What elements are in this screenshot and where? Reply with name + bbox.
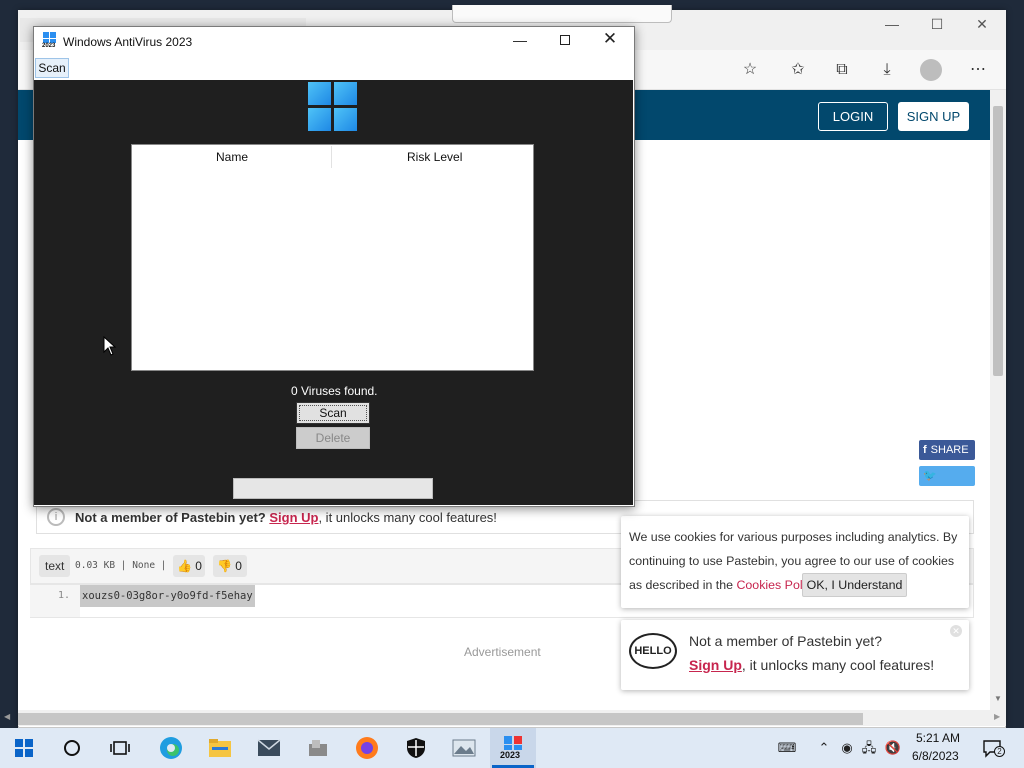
task-view-icon[interactable] [105, 733, 135, 763]
code-gutter [30, 585, 80, 617]
favorites-icon[interactable]: ✩ [786, 59, 810, 81]
login-button[interactable]: LOGIN [818, 102, 888, 131]
like-button[interactable]: 👍 0 [173, 555, 205, 577]
signup-button[interactable]: SIGN UP [898, 102, 969, 131]
clock-time[interactable]: 5:21 AM [916, 731, 960, 745]
thumbs-down-icon: 👎 [217, 559, 232, 573]
start-button[interactable] [9, 733, 39, 763]
member-popup-line2: Sign Up, it unlocks many cool features! [689, 657, 934, 673]
app-installer-icon[interactable] [303, 733, 333, 763]
column-separator[interactable] [331, 146, 332, 168]
cookie-accept-button[interactable]: OK, I Understand [802, 573, 907, 597]
column-header-risk-level[interactable]: Risk Level [407, 150, 462, 164]
scan-status: 0 Viruses found. [291, 384, 378, 398]
facebook-icon: f [923, 444, 927, 456]
vertical-scroll-thumb[interactable] [993, 106, 1003, 376]
twitter-share-button[interactable]: 🐦TWEET [919, 466, 975, 502]
browser-close-button[interactable]: ✕ [970, 14, 994, 34]
member-notice-text: Not a member of Pastebin yet? Sign Up, i… [75, 510, 497, 525]
horizontal-scroll-thumb[interactable] [18, 713, 863, 725]
collections-icon[interactable]: ⧉ [830, 59, 854, 81]
scan-button[interactable]: Scan [296, 402, 370, 424]
close-icon[interactable]: ✕ [950, 625, 962, 637]
virus-list[interactable] [131, 144, 534, 371]
antivirus-minimize-button[interactable]: — [508, 32, 532, 50]
mail-icon[interactable] [254, 733, 284, 763]
delete-button[interactable]: Delete [296, 427, 370, 449]
notification-center-icon[interactable]: 2 [983, 740, 1005, 758]
edge-browser-icon[interactable] [156, 733, 186, 763]
mouse-cursor-icon [103, 335, 117, 356]
notice-suffix: , it unlocks many cool features! [318, 510, 497, 525]
image-viewer-icon[interactable] [449, 733, 479, 763]
menu-scan[interactable]: Scan [35, 58, 69, 78]
firefox-icon[interactable] [352, 733, 382, 763]
profile-icon[interactable] [920, 59, 942, 81]
clock-date[interactable]: 6/8/2023 [912, 749, 959, 763]
share-label: SHARE [930, 444, 969, 456]
notice-signup-link[interactable]: Sign Up [269, 510, 318, 525]
member-popup-line1: Not a member of Pastebin yet? [689, 633, 882, 649]
code-line[interactable]: xouzs0-03g8or-y0o9fd-f5ehay [80, 585, 255, 607]
thumbs-up-icon: 👍 [177, 559, 192, 573]
dislike-count: 0 [235, 559, 242, 573]
cookie-text: We use cookies for various purposes incl… [629, 525, 964, 597]
scroll-down-arrow-icon[interactable]: ▼ [992, 694, 1004, 706]
notification-count: 2 [994, 746, 1005, 757]
downloads-icon[interactable]: ⤓ [875, 59, 899, 81]
twitter-icon: 🐦 [923, 470, 937, 482]
browser-minimize-button[interactable]: — [880, 14, 904, 34]
network-icon[interactable]: 🖧 [860, 739, 878, 757]
file-explorer-icon[interactable] [205, 733, 235, 763]
advertisement-label: Advertisement [464, 645, 541, 659]
maximize-icon [560, 35, 570, 45]
browser-maximize-button[interactable]: ☐ [925, 14, 949, 34]
antivirus-taskbar-label: 2023 [500, 750, 521, 760]
antivirus-taskbar-icon[interactable]: 2023 [498, 733, 528, 763]
dislike-button[interactable]: 👎 0 [213, 555, 247, 577]
hello-bubble-icon: HELLO [629, 633, 677, 669]
antivirus-close-button[interactable]: ✕ [598, 29, 622, 51]
like-count: 0 [195, 559, 202, 573]
antivirus-icon-label: 2023 [42, 43, 56, 49]
security-shield-icon[interactable] [401, 733, 431, 763]
scan-progress-bar [233, 478, 433, 499]
chevron-up-icon[interactable]: ⌃ [815, 739, 833, 757]
antivirus-title: Windows AntiVirus 2023 [63, 35, 193, 49]
meet-now-icon[interactable]: ◉ [838, 739, 856, 757]
windows-logo-icon [308, 82, 358, 132]
column-header-name[interactable]: Name [216, 150, 248, 164]
notice-prefix: Not a member of Pastebin yet? [75, 510, 266, 525]
more-icon[interactable]: ⋯ [966, 59, 990, 81]
antivirus-app-icon: 2023 [42, 32, 58, 50]
search-icon[interactable] [57, 733, 87, 763]
member-popup-suffix: , it unlocks many cool features! [741, 657, 935, 673]
scroll-right-arrow-icon[interactable]: ▶ [994, 712, 1006, 724]
syntax-tag[interactable]: text [39, 555, 71, 577]
favorite-add-icon[interactable]: ☆ [738, 59, 762, 81]
scroll-left-arrow-icon[interactable]: ◀ [4, 712, 16, 724]
antivirus-maximize-button[interactable] [553, 32, 577, 50]
volume-muted-icon[interactable]: 🔇 [884, 739, 902, 757]
facebook-share-button[interactable]: f SHARE [919, 440, 975, 460]
keyboard-icon[interactable]: ⌨ [776, 739, 798, 757]
browser-tab[interactable] [452, 5, 672, 23]
info-icon: i [47, 508, 65, 526]
paste-meta-info: 0.03 KB | None | [75, 560, 167, 571]
line-number: 1. [58, 590, 71, 601]
antivirus-menubar [34, 57, 634, 79]
member-signup-link[interactable]: Sign Up [689, 657, 742, 673]
